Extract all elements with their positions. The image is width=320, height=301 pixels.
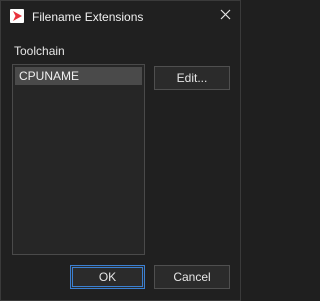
ok-button-label: OK [98,270,117,284]
title-bar: Filename Extensions [1,1,240,32]
app-logo-icon [10,9,24,23]
toolchain-label: Toolchain [14,44,65,58]
ok-button[interactable]: OK [70,265,145,289]
close-button[interactable] [214,6,236,26]
close-icon [220,9,231,23]
edit-button[interactable]: Edit... [154,66,230,90]
cancel-button[interactable]: Cancel [154,265,230,289]
filename-extensions-dialog: Filename Extensions Toolchain CPUNAME Ed… [0,0,241,301]
window-title: Filename Extensions [32,10,144,24]
toolchain-list[interactable]: CPUNAME [12,64,145,255]
list-item[interactable]: CPUNAME [15,67,142,85]
